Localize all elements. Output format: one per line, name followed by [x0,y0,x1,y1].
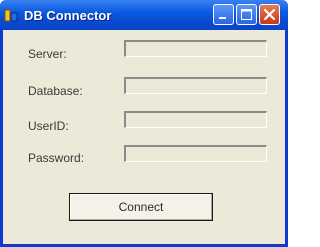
userid-label: UserID: [28,119,69,133]
connect-button[interactable]: Connect [69,193,213,221]
server-label: Server: [28,47,67,61]
server-input[interactable] [124,40,267,57]
database-input[interactable] [124,77,267,94]
minimize-button[interactable] [213,4,234,25]
title-bar[interactable]: DB Connector [0,0,288,30]
password-label: Password: [28,151,85,165]
database-label: Database: [28,84,83,98]
maximize-button[interactable] [236,4,257,25]
password-input[interactable] [124,145,267,162]
db-connector-window: DB Connector Server: Database: UserID: P… [0,0,288,247]
window-title: DB Connector [24,8,112,23]
minimize-icon [219,17,226,19]
close-button[interactable] [259,4,280,25]
userid-input[interactable] [124,111,267,128]
app-icon [4,9,18,22]
close-icon [263,8,276,21]
maximize-icon [241,9,252,20]
